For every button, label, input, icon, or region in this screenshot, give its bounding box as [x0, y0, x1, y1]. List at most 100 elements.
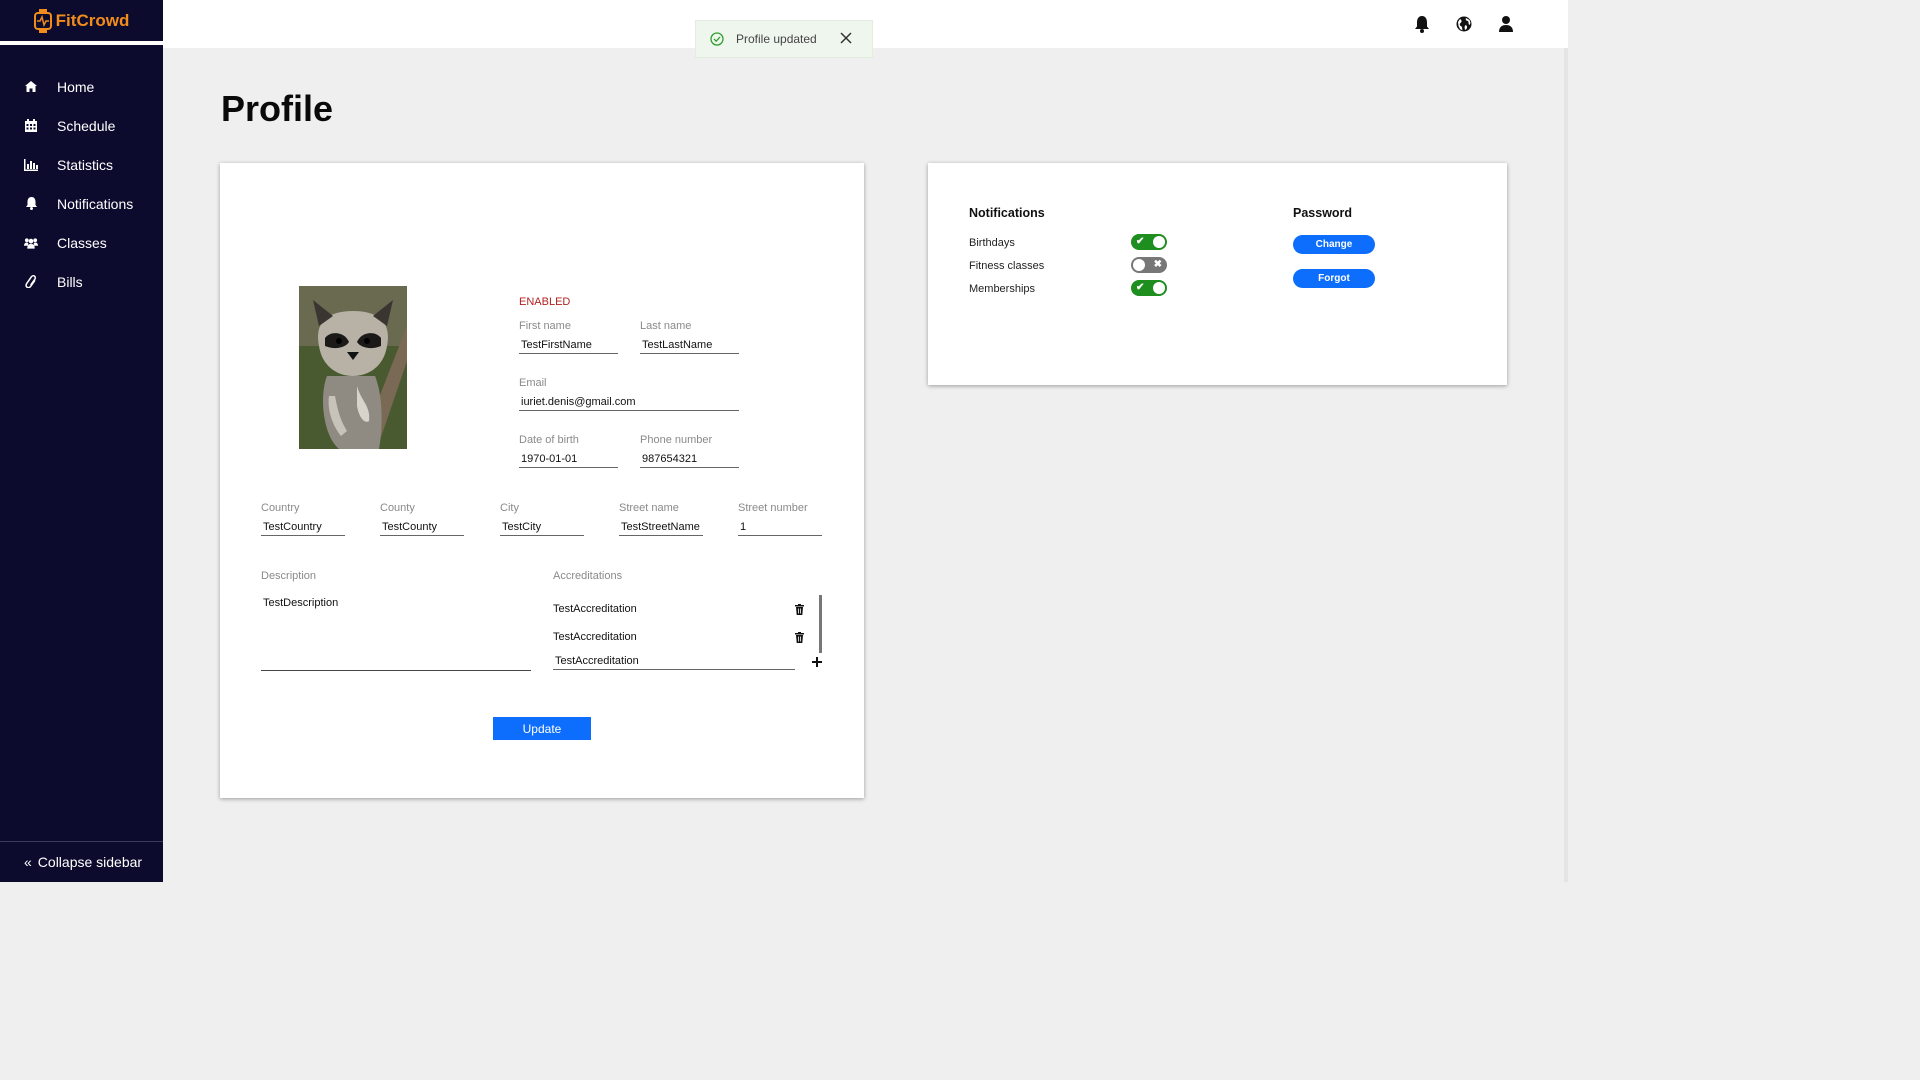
notification-label-memberships: Memberships — [969, 283, 1036, 295]
notification-label-fitness-classes: Fitness classes — [969, 260, 1045, 272]
sidebar-item-label: Notifications — [57, 195, 134, 212]
calendar-icon — [24, 119, 38, 133]
notifications-title: Notifications — [969, 206, 1045, 220]
accreditations-label-group: Accreditations — [553, 570, 622, 588]
forgot-password-button[interactable]: Forgot — [1293, 269, 1375, 288]
sidebar-item-label: Home — [57, 78, 95, 95]
accreditations-scrollbar[interactable] — [819, 595, 822, 653]
topbar-icons — [1414, 15, 1514, 33]
collapse-sidebar-button[interactable]: « Collapse sidebar — [0, 841, 163, 882]
phone-label: Phone number — [640, 434, 713, 446]
street-name-group: Street name TestStreetName — [619, 502, 703, 536]
last-name-input[interactable]: TestLastName — [640, 338, 739, 354]
new-accreditation-row: TestAccreditation — [553, 654, 823, 672]
description-label-group: Description — [261, 570, 316, 588]
dob-input[interactable]: 1970-01-01 — [519, 452, 618, 468]
email-group: Email iuriet.denis@gmail.com — [519, 377, 739, 411]
page-scrollbar[interactable] — [1564, 48, 1568, 882]
county-group: County TestCounty — [380, 502, 464, 536]
x-icon: ✖ — [1153, 259, 1162, 270]
country-input[interactable]: TestCountry — [261, 520, 345, 536]
logo[interactable]: FitCrowd — [0, 0, 163, 45]
phone-group: Phone number 987654321 — [640, 434, 739, 468]
plus-icon[interactable] — [811, 656, 823, 668]
list-item: TestAccreditation — [553, 595, 821, 623]
check-circle-icon — [710, 32, 724, 46]
check-icon: ✔ — [1136, 236, 1145, 247]
sidebar-item-bills[interactable]: Bills — [0, 262, 163, 301]
sidebar-item-classes[interactable]: Classes — [0, 223, 163, 262]
settings-card: Notifications Birthdays ✔ Fitness classe… — [928, 163, 1507, 385]
trash-icon[interactable] — [795, 631, 804, 643]
account-status: ENABLED — [519, 296, 571, 308]
change-password-button[interactable]: Change — [1293, 235, 1375, 254]
street-name-input[interactable]: TestStreetName — [619, 520, 703, 536]
toggle-memberships[interactable]: ✔ — [1131, 280, 1167, 296]
description-label: Description — [261, 570, 317, 582]
city-input[interactable]: TestCity — [500, 520, 584, 536]
paperclip-icon — [24, 275, 38, 289]
close-icon[interactable] — [840, 32, 852, 44]
profile-card: ENABLED First name TestFirstName Last na… — [220, 163, 864, 798]
sidebar-item-home[interactable]: Home — [0, 67, 163, 106]
new-accreditation-input[interactable]: TestAccreditation — [553, 654, 795, 670]
bell-icon[interactable] — [1414, 15, 1430, 33]
sidebar-item-schedule[interactable]: Schedule — [0, 106, 163, 145]
accreditation-name: TestAccreditation — [553, 603, 637, 615]
toast-notification: Profile updated — [695, 20, 873, 58]
street-number-label: Street number — [738, 502, 808, 514]
sidebar-item-label: Statistics — [57, 156, 114, 173]
street-name-label: Street name — [619, 502, 679, 514]
update-button[interactable]: Update — [493, 717, 591, 740]
street-number-input[interactable]: 1 — [738, 520, 822, 536]
sidebar-item-notifications[interactable]: Notifications — [0, 184, 163, 223]
last-name-label: Last name — [640, 320, 692, 332]
avatar[interactable] — [299, 286, 407, 449]
description-textarea[interactable]: TestDescription — [261, 591, 531, 671]
accreditations-list: TestAccreditation TestAccreditation — [553, 595, 821, 651]
sidebar-item-label: Classes — [57, 234, 107, 251]
collapse-sidebar-label: Collapse sidebar — [37, 854, 143, 870]
email-input[interactable]: iuriet.denis@gmail.com — [519, 395, 739, 411]
toggle-knob — [1153, 282, 1165, 294]
dob-label: Date of birth — [519, 434, 579, 446]
country-label: Country — [261, 502, 300, 514]
first-name-input[interactable]: TestFirstName — [519, 338, 618, 354]
last-name-group: Last name TestLastName — [640, 320, 739, 354]
accreditations-label: Accreditations — [553, 570, 623, 582]
street-number-group: Street number 1 — [738, 502, 822, 536]
bar-chart-icon — [24, 158, 38, 172]
app-name: FitCrowd — [55, 10, 130, 30]
toggle-knob — [1133, 259, 1145, 271]
trash-icon[interactable] — [795, 603, 804, 615]
page-title: Profile — [221, 88, 334, 129]
bell-icon — [24, 197, 38, 211]
city-label: City — [500, 502, 519, 514]
accreditation-name: TestAccreditation — [553, 631, 637, 643]
globe-icon[interactable] — [1456, 15, 1472, 33]
first-name-label: First name — [519, 320, 571, 332]
toggle-knob — [1153, 236, 1165, 248]
raccoon-photo — [299, 286, 407, 449]
city-group: City TestCity — [500, 502, 584, 536]
toggle-birthdays[interactable]: ✔ — [1131, 234, 1167, 250]
county-label: County — [380, 502, 415, 514]
list-item: TestAccreditation — [553, 623, 821, 651]
user-icon[interactable] — [1498, 15, 1514, 33]
dob-group: Date of birth 1970-01-01 — [519, 434, 618, 468]
sidebar-item-label: Bills — [57, 273, 83, 290]
county-input[interactable]: TestCounty — [380, 520, 464, 536]
users-icon — [24, 236, 38, 250]
sidebar-item-label: Schedule — [57, 117, 116, 134]
check-icon: ✔ — [1136, 282, 1145, 293]
toast-message: Profile updated — [736, 32, 817, 46]
sidebar-item-statistics[interactable]: Statistics — [0, 145, 163, 184]
email-label: Email — [519, 377, 547, 389]
notification-label-birthdays: Birthdays — [969, 237, 1015, 249]
phone-input[interactable]: 987654321 — [640, 452, 739, 468]
sidebar: FitCrowd Home Schedule Statistics Notifi… — [0, 0, 163, 882]
toggle-fitness-classes[interactable]: ✖ — [1131, 257, 1167, 273]
sidebar-nav: Home Schedule Statistics Notifications C… — [0, 67, 163, 301]
home-icon — [24, 80, 38, 94]
double-chevron-left-icon: « — [24, 854, 32, 870]
